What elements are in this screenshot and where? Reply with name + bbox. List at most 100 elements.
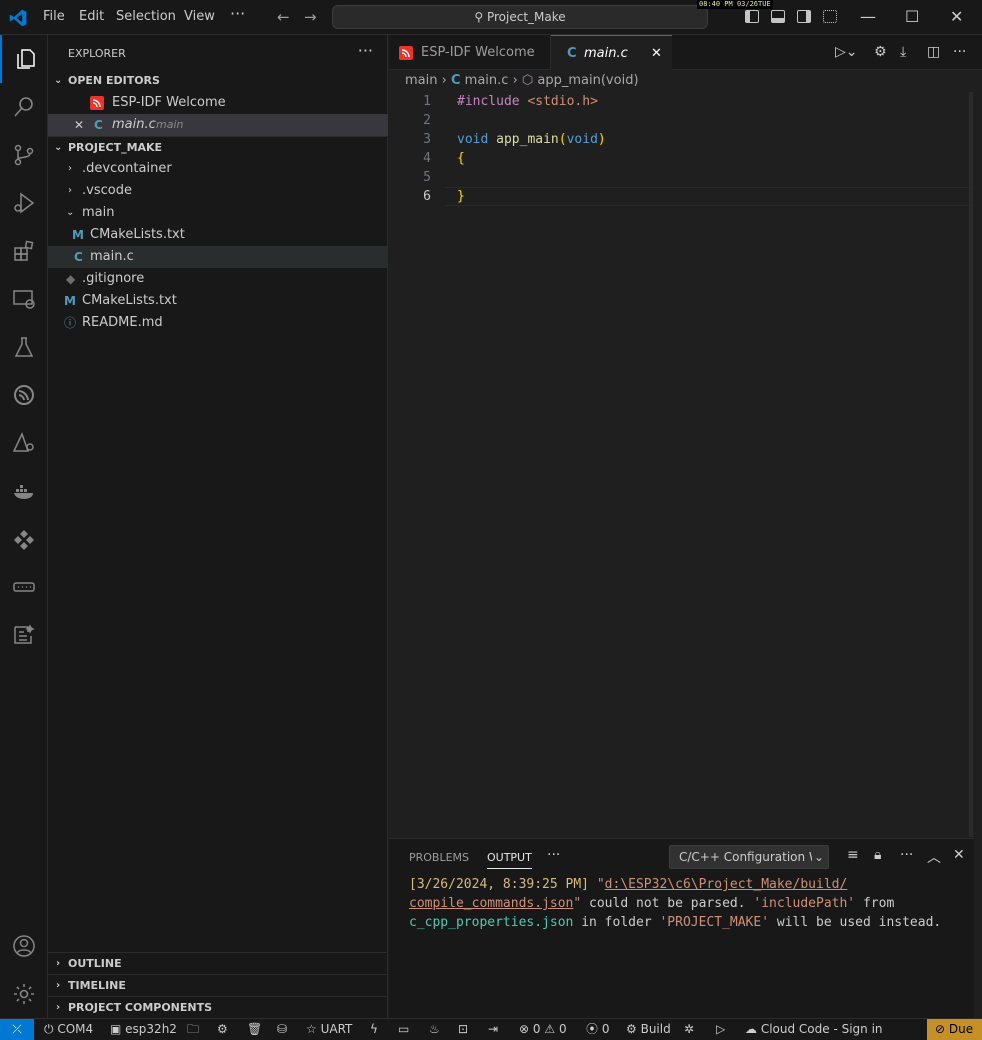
components-activity[interactable] <box>0 515 48 563</box>
tree-item-root-cmakelists[interactable]: M CMakeLists.txt <box>48 290 388 312</box>
toggle-panel-icon[interactable] <box>771 10 785 23</box>
tab-problems[interactable]: PROBLEMS <box>409 851 469 864</box>
c-file-icon: C <box>94 118 103 132</box>
split-editor-icon[interactable]: ◫ <box>927 44 940 60</box>
code-editor[interactable]: 1 2 3 4 5 6 #include <stdio.h> void app_… <box>389 92 974 837</box>
timeline-section[interactable]: › TIMELINE <box>48 974 388 996</box>
target-item[interactable]: ▣ esp32h2 <box>110 1019 177 1040</box>
open-editors-header[interactable]: ⌄ OPEN EDITORS <box>48 70 388 92</box>
lock-icon[interactable]: 🔒︎ <box>874 847 881 863</box>
maximize-panel-icon[interactable]: ︿ <box>927 847 941 867</box>
accounts-activity[interactable] <box>0 922 48 970</box>
code-line: } <box>457 187 465 206</box>
breadcrumb-symbol[interactable]: app_main(void) <box>537 73 638 88</box>
esp-idf-activity[interactable] <box>0 371 48 419</box>
gear-icon[interactable]: ⚙ <box>217 1019 228 1040</box>
tree-item-vscode[interactable]: › .vscode <box>48 180 388 202</box>
tree-item-main[interactable]: ⌄ main <box>48 202 388 224</box>
output-channel-value: C/C++ Configuration W <box>679 850 821 864</box>
due-item[interactable]: ⊘ Due <box>927 1019 982 1040</box>
open-editor-item[interactable]: ESP-IDF Welcome <box>48 92 388 114</box>
output-text: [3/26/2024, 8:39:25 PM] "d:\ESP32\c6\Pro… <box>409 875 969 932</box>
run-icon[interactable]: ▷ <box>716 1019 725 1040</box>
ports-item[interactable]: ⦿ 0 <box>586 1019 609 1040</box>
menu-more-button[interactable]: ··· <box>230 4 245 23</box>
tab-main-c[interactable]: C main.c ✕ <box>551 35 672 70</box>
tree-item-cmakelists[interactable]: M CMakeLists.txt <box>48 224 388 246</box>
source-control-activity[interactable] <box>0 131 48 179</box>
tree-item-gitignore[interactable]: ◆ .gitignore <box>48 268 388 290</box>
flash-method-item[interactable]: ☆ UART <box>306 1019 352 1040</box>
more-actions-icon[interactable]: ··· <box>900 847 913 863</box>
due-label: Due <box>948 1022 974 1036</box>
run-debug-activity[interactable] <box>0 179 48 227</box>
close-window-icon[interactable]: ✕ <box>950 7 963 26</box>
remote-explorer-activity[interactable] <box>0 275 48 323</box>
output-include-path: 'includePath' <box>753 896 856 911</box>
tree-item-readme[interactable]: ⓘ README.md <box>48 312 388 334</box>
flame-icon[interactable]: ♨ <box>429 1019 440 1040</box>
folder-icon[interactable]: 🗀 <box>187 1019 199 1040</box>
trash-icon[interactable]: 🗑 <box>247 1019 262 1040</box>
explorer-more-button[interactable]: ··· <box>358 41 373 60</box>
terminal-icon[interactable]: ⊡ <box>458 1019 468 1040</box>
project-folder-header[interactable]: ⌄ PROJECT_MAKE <box>48 136 388 158</box>
open-editor-item[interactable]: ✕ C main.c main <box>48 114 388 136</box>
build-flash-monitor-icon[interactable]: ⇥ <box>488 1019 498 1040</box>
build-item[interactable]: ⚙ Build <box>626 1019 671 1040</box>
minimize-icon[interactable]: — <box>860 7 876 26</box>
menu-view[interactable]: View <box>184 9 215 24</box>
manage-activity[interactable] <box>0 970 48 1018</box>
breadcrumb-file[interactable]: main.c <box>465 73 509 88</box>
flash-download-icon[interactable]: ⤓ <box>900 44 906 60</box>
tree-item-devcontainer[interactable]: › .devcontainer <box>48 158 388 180</box>
close-icon[interactable]: ✕ <box>74 114 84 136</box>
extensions-activity[interactable] <box>0 227 48 275</box>
close-panel-icon[interactable]: ✕ <box>953 847 965 863</box>
explorer-activity[interactable] <box>0 35 48 83</box>
run-project-icon[interactable]: ▷⌄ <box>835 44 858 60</box>
menu-file[interactable]: File <box>43 9 65 24</box>
editor-scrollbar[interactable] <box>969 92 973 837</box>
output-channel-select[interactable]: C/C++ Configuration W ⌄ <box>669 845 829 869</box>
menu-selection[interactable]: Selection <box>116 9 176 24</box>
more-actions-icon[interactable]: ··· <box>953 44 966 60</box>
monitor-icon[interactable]: ▭ <box>398 1019 409 1040</box>
open-editors-label: OPEN EDITORS <box>68 74 160 87</box>
customize-layout-icon[interactable] <box>823 10 837 23</box>
remote-indicator[interactable]: ⤫ <box>0 1019 34 1040</box>
output-path-link[interactable]: compile_commands.json <box>409 896 573 911</box>
clear-output-icon[interactable]: ≡ <box>847 847 859 863</box>
docker-activity[interactable] <box>0 467 48 515</box>
tab-output[interactable]: OUTPUT <box>487 851 532 869</box>
close-icon[interactable]: ✕ <box>651 36 662 71</box>
search-activity[interactable] <box>0 83 48 131</box>
forward-arrow-icon[interactable]: → <box>304 8 317 26</box>
tree-item-main-c[interactable]: C main.c <box>48 246 388 268</box>
toggle-secondary-sidebar-icon[interactable] <box>797 10 811 23</box>
panel-more-button[interactable]: ··· <box>547 847 560 863</box>
serial-port-item[interactable]: ⏻ COM4 <box>44 1019 93 1040</box>
menu-edit[interactable]: Edit <box>79 9 104 24</box>
target-label: esp32h2 <box>125 1022 177 1036</box>
problems-item[interactable]: ⊗ 0 ⚠ 0 <box>519 1019 567 1040</box>
outline-section[interactable]: › OUTLINE <box>48 952 388 974</box>
toggle-primary-sidebar-icon[interactable] <box>745 10 759 23</box>
gear-icon[interactable]: ⚙ <box>874 44 887 60</box>
project-components-section[interactable]: › PROJECT COMPONENTS <box>48 996 388 1018</box>
serial-monitor-activity[interactable] <box>0 563 48 611</box>
feedback-activity[interactable] <box>0 611 48 659</box>
cloud-code-item[interactable]: ☁ Cloud Code - Sign in <box>745 1019 883 1040</box>
database-icon[interactable]: ⛁ <box>277 1019 287 1040</box>
maximize-icon[interactable]: ☐ <box>905 7 919 26</box>
tab-esp-idf-welcome[interactable]: ESP-IDF Welcome <box>389 35 551 70</box>
c-file-icon: C <box>74 250 83 264</box>
esp-idf-explorer-activity[interactable] <box>0 419 48 467</box>
breadcrumb-folder[interactable]: main <box>405 73 437 88</box>
command-center-search[interactable]: ⚲ Project_Make <box>332 5 708 29</box>
debug-icon[interactable]: ✲ <box>684 1019 694 1040</box>
testing-activity[interactable] <box>0 323 48 371</box>
back-arrow-icon[interactable]: ← <box>277 8 290 26</box>
flash-icon[interactable]: ϟ <box>370 1019 378 1040</box>
output-path-link[interactable]: d:\ESP32\c6\Project_Make/build/ <box>605 877 848 892</box>
